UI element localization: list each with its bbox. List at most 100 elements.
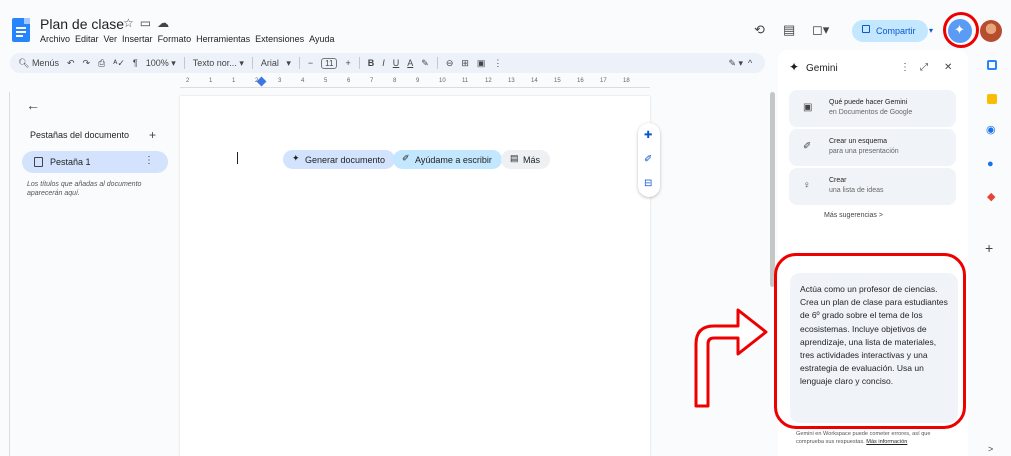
gemini-title: Gemini	[806, 63, 838, 74]
more-vert-icon[interactable]: ⋮	[900, 62, 910, 73]
more-options-icon[interactable]: ⋮	[493, 58, 502, 69]
menu-herramientas[interactable]: Herramientas	[196, 34, 250, 44]
ruler-tick-label: 18	[623, 78, 630, 84]
menu-formato[interactable]: Formato	[158, 34, 192, 44]
annotation-circle	[943, 12, 979, 48]
divider	[298, 57, 300, 69]
suggest-edits-icon[interactable]: ⊟	[644, 178, 652, 189]
suggestion-card[interactable]: ✐ Crear un esquema para una presentación	[789, 129, 956, 166]
disclaimer-text: Gemini en Workspace puede cometer errore…	[796, 431, 931, 445]
share-label: Compartir	[876, 26, 916, 36]
contacts-icon[interactable]: ●	[987, 158, 994, 170]
vertical-ruler	[4, 92, 10, 456]
zoom-select[interactable]: 100% ▾	[146, 58, 176, 69]
underline-button[interactable]: U	[393, 58, 400, 68]
spellcheck-icon[interactable]: ᴬ✓	[113, 58, 125, 69]
bold-button[interactable]: B	[368, 58, 375, 68]
back-arrow-icon[interactable]: ←	[26, 97, 40, 113]
menu-editar[interactable]: Editar	[75, 34, 99, 44]
comments-icon[interactable]: ▤	[783, 22, 795, 38]
menu-bar: Archivo Editar Ver Insertar Formato Herr…	[40, 34, 335, 44]
gemini-star-icon: ✦	[789, 60, 800, 74]
meet-icon[interactable]: ◻▾	[812, 22, 829, 38]
undo-icon[interactable]: ↶	[67, 58, 75, 69]
tabs-hint: Los títulos que añadas al documento apar…	[27, 181, 142, 197]
suggestion-title: Crear un esquema	[829, 138, 887, 145]
suggestion-subtitle: una lista de ideas	[829, 187, 884, 194]
style-select[interactable]: Texto nor... ▾	[193, 58, 244, 69]
generate-document-chip[interactable]: ✦ Generar documento	[283, 150, 396, 169]
lock-icon	[862, 25, 870, 33]
font-select[interactable]: Arial ▾	[261, 58, 291, 69]
more-suggestions-link[interactable]: Más sugerencias >	[824, 212, 883, 219]
horizontal-ruler[interactable]: 2 1 1 2 3 4 5 6 7 8 9 10 11 12 13 14 15 16 17 18	[180, 76, 650, 88]
collapse-toolbar-icon[interactable]: ^	[748, 58, 752, 68]
close-icon[interactable]: ✕	[944, 62, 952, 73]
highlight-icon[interactable]: ✎	[421, 58, 429, 69]
add-tab-icon[interactable]: +	[149, 128, 156, 142]
add-addon-icon[interactable]: +	[985, 240, 993, 256]
top-bar: Plan de clase ☆▭☁ Archivo Editar Ver Ins…	[0, 0, 1011, 50]
pen-sparkle-icon[interactable]: ✐	[644, 154, 652, 165]
comment-add-icon[interactable]: ⊞	[461, 58, 469, 69]
add-comment-icon[interactable]: ✚	[644, 130, 652, 141]
maps-icon[interactable]: ◆	[987, 190, 995, 203]
ruler-tick-label: 10	[439, 78, 446, 84]
document-icon	[34, 157, 43, 167]
more-chip[interactable]: ▤ Más	[501, 150, 551, 169]
link-icon[interactable]: ⊖	[446, 58, 454, 69]
tasks-icon[interactable]: ◉	[986, 123, 996, 136]
docs-logo-icon[interactable]	[12, 18, 30, 42]
chip-label: Ayúdame a escribir	[415, 154, 492, 165]
more-vert-icon[interactable]: ⋮	[144, 155, 154, 166]
ruler-tick-label: 1	[209, 78, 213, 84]
suggestion-card[interactable]: ♀ Crear una lista de ideas	[789, 168, 956, 205]
image-icon[interactable]: ▣	[477, 58, 486, 69]
ruler-tick-label: 8	[393, 78, 397, 84]
menu-insertar[interactable]: Insertar	[122, 34, 153, 44]
ruler-tick-label: 2	[255, 78, 259, 84]
star-icon[interactable]: ☆	[123, 16, 140, 30]
cloud-icon[interactable]: ☁	[157, 16, 175, 30]
chip-label: Más	[523, 154, 541, 165]
menu-extensiones[interactable]: Extensiones	[255, 34, 304, 44]
text-color-button[interactable]: A	[407, 58, 413, 68]
calendar-icon[interactable]	[987, 60, 997, 70]
expand-side-panel-icon[interactable]: >	[988, 444, 993, 454]
expand-icon[interactable]: ⤢	[920, 62, 928, 73]
editing-mode-icon[interactable]: ✎ ▾	[728, 58, 743, 69]
redo-icon[interactable]: ↷	[83, 58, 91, 69]
menu-ver[interactable]: Ver	[104, 34, 118, 44]
format-toolbar: 🔍︎ Menús ↶ ↷ ⎙ ᴬ✓ ¶ 100% ▾ Texto nor... …	[10, 53, 765, 73]
font-size-input[interactable]: 11	[321, 57, 338, 69]
folder-icon[interactable]: ▭	[140, 16, 157, 30]
search-menus[interactable]: 🔍︎ Menús	[18, 58, 59, 69]
help-me-write-chip[interactable]: ✐ Ayúdame a escribir	[393, 150, 502, 169]
lightbulb-icon: ♀	[803, 180, 811, 191]
print-icon[interactable]: ⎙	[98, 58, 105, 69]
menu-ayuda[interactable]: Ayuda	[309, 34, 334, 44]
suggestion-title: Crear	[829, 177, 847, 184]
tab-item-pestana-1[interactable]: Pestaña 1 ⋮	[22, 151, 168, 173]
document-scrollbar[interactable]	[770, 92, 775, 287]
divider	[358, 57, 360, 69]
avatar[interactable]	[980, 20, 1002, 42]
font-size-decrease[interactable]: −	[308, 58, 313, 68]
share-button[interactable]: Compartir	[852, 20, 928, 42]
menu-archivo[interactable]: Archivo	[40, 34, 70, 44]
ruler-tick-label: 6	[347, 78, 351, 84]
divider	[436, 57, 438, 69]
learn-more-link[interactable]: Más información	[866, 439, 907, 445]
ruler-tick-label: 5	[324, 78, 328, 84]
font-size-increase[interactable]: +	[345, 58, 350, 68]
paint-format-icon[interactable]: ¶	[133, 58, 138, 68]
ruler-tick-label: 14	[531, 78, 538, 84]
keep-icon[interactable]	[987, 94, 997, 104]
suggestion-card[interactable]: ▣ Qué puede hacer Gemini en Documentos d…	[789, 90, 956, 127]
ruler-tick-label: 4	[301, 78, 305, 84]
history-icon[interactable]: ⟲	[754, 22, 765, 38]
document-tabs-title: Pestañas del documento	[30, 130, 130, 140]
document-title[interactable]: Plan de clase	[40, 16, 124, 32]
share-dropdown-icon[interactable]: ▾	[929, 26, 933, 35]
italic-button[interactable]: I	[382, 58, 385, 68]
